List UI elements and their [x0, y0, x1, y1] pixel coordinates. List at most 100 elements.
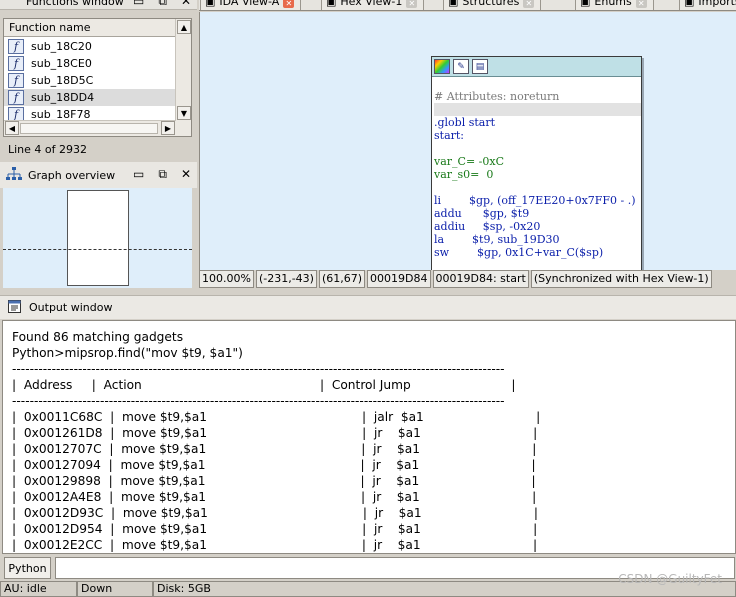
float-window-icon[interactable]: ⧉ — [158, 0, 167, 9]
output-line: | 0x0012E2CC | move $t9,$a1 | jr $a1 | — [12, 538, 538, 552]
tab-close-icon[interactable]: ✕ — [523, 0, 535, 8]
code-line[interactable] — [434, 77, 641, 90]
output-line: | 0x0011C68C | move $t9,$a1 | jalr $a1 | — [12, 410, 541, 424]
function-rows: f sub_18C20 f sub_18CE0 f sub_18D5C f sub_18DD4… — [4, 38, 176, 123]
code-line[interactable] — [434, 103, 641, 116]
float-window-icon[interactable]: ⧉ — [158, 167, 167, 182]
tab-icon: ▣ — [326, 0, 337, 8]
vertical-scrollbar[interactable]: ▲ ▼ — [175, 19, 191, 136]
output-line: | Address | Action | Control Jump | — [12, 378, 516, 392]
code-line[interactable]: .globl start — [434, 116, 641, 129]
status-location: 00019D84: start — [432, 270, 529, 288]
function-row[interactable]: f sub_18DD4 — [4, 89, 176, 106]
disassembly-listing[interactable]: # Attributes: noreturn .globl start start:… — [432, 77, 641, 259]
graph-node-start[interactable]: ✎ ▤ # Attributes: noreturn .globl start st… — [431, 56, 642, 271]
function-icon: f — [8, 39, 24, 54]
watermark: CSDN @GuiltyFet — [618, 572, 722, 586]
status-sync: (Synchronized with Hex View-1) — [530, 270, 712, 288]
tab-close-icon[interactable]: ✕ — [635, 0, 647, 8]
code-line[interactable]: var_s0= 0 — [434, 168, 641, 181]
code-line[interactable]: la $t9, sub_19D30 — [434, 233, 641, 246]
function-name: sub_18C20 — [31, 40, 92, 53]
ida-pro-window: Functions window ▭ ⧉ ✕ Function name f su… — [0, 0, 736, 597]
code-line[interactable] — [434, 181, 641, 194]
code-line[interactable]: start: — [434, 129, 641, 142]
python-language-button[interactable]: Python — [4, 557, 51, 579]
scroll-right-icon[interactable]: ▶ — [161, 121, 175, 135]
node-rename-icon[interactable]: ✎ — [453, 59, 469, 74]
tab-icon: ▣ — [205, 0, 216, 8]
scroll-thumb[interactable] — [20, 123, 158, 134]
function-row[interactable]: f sub_18C20 — [4, 38, 176, 55]
close-icon[interactable]: ✕ — [181, 167, 191, 182]
minimize-icon[interactable]: ▭ — [133, 167, 144, 182]
node-header: ✎ ▤ — [432, 57, 641, 77]
scroll-left-icon[interactable]: ◀ — [5, 121, 19, 135]
code-line[interactable]: addu $gp, $t9 — [434, 207, 641, 220]
minimize-icon[interactable]: ▭ — [133, 0, 144, 9]
output-line: | 0x001261D8 | move $t9,$a1 | jr $a1 | — [12, 426, 538, 440]
tab-ida-view-a[interactable]: ▣ IDA View-A ✕ — [200, 0, 302, 10]
output-line: Python>mipsrop.find("mov $t9, $a1") — [12, 346, 243, 360]
function-row[interactable]: f sub_18CE0 — [4, 55, 176, 72]
functions-window-title: Functions window — [26, 0, 124, 8]
output-line: | 0x00127094 | move $t9,$a1 | jr $a1 | — [12, 458, 536, 472]
scroll-down-icon[interactable]: ▼ — [177, 106, 191, 120]
ida-view-status-bar: 100.00% (-231,-43) (61,67) 00019D84 0001… — [199, 270, 736, 288]
graph-overview-title: Graph overview — [28, 168, 116, 182]
code-line[interactable] — [434, 142, 641, 155]
ida-view-a[interactable]: ✎ ▤ # Attributes: noreturn .globl start st… — [199, 12, 736, 271]
output-line: ----------------------------------------… — [12, 362, 505, 376]
output-window-titlebar[interactable]: Output window — [0, 295, 736, 319]
output-line: | 0x0012D93C | move $t9,$a1 | jr $a1 | — [12, 506, 539, 520]
tab-hex-view-1[interactable]: ▣ Hex View-1 ✕ — [321, 0, 425, 10]
tab-imports[interactable]: ▣Imports✕ — [679, 0, 736, 10]
node-group-icon[interactable]: ▤ — [472, 59, 488, 74]
code-line[interactable]: var_C= -0xC — [434, 155, 641, 168]
function-name: sub_18DD4 — [31, 91, 95, 104]
output-window-title: Output window — [29, 301, 113, 314]
code-line[interactable]: sw $gp, 0x1C+var_C($sp) — [434, 246, 641, 259]
node-color-icon[interactable] — [434, 59, 450, 74]
tab-structures[interactable]: ▣ Structures ✕ — [443, 0, 542, 10]
output-window-icon — [8, 299, 21, 316]
line-info: Line 4 of 2932 — [8, 143, 88, 156]
output-console[interactable]: Found 86 matching gadgets Python>mipsrop.… — [2, 320, 736, 554]
output-line: | 0x0012707C | move $t9,$a1 | jr $a1 | — [12, 442, 537, 456]
status-zoom: 100.00% — [199, 270, 254, 288]
graph-overview-viewport[interactable] — [67, 190, 129, 286]
tab-label: IDA View-A — [219, 0, 280, 8]
code-line[interactable]: # Attributes: noreturn — [434, 90, 641, 103]
tab-close-icon[interactable]: ✕ — [406, 0, 418, 8]
status-coords: (-231,-43) — [255, 270, 317, 288]
status-offset: 00019D84 — [367, 270, 431, 288]
output-line: Found 86 matching gadgets — [12, 330, 184, 344]
functions-window-titlebar[interactable]: Functions window ▭ ⧉ ✕ — [0, 0, 197, 10]
scroll-up-icon[interactable]: ▲ — [177, 20, 191, 34]
code-line[interactable]: addiu $sp, -0x20 — [434, 220, 641, 233]
status-state: Down — [77, 581, 153, 597]
close-icon[interactable]: ✕ — [181, 0, 191, 9]
function-row[interactable]: f sub_18D5C — [4, 72, 176, 89]
tab-close-icon[interactable]: ✕ — [283, 0, 295, 8]
view-tabs: ▣ IDA View-A ✕ ▣ Hex View-1 ✕ ▣ Structures ✕ ▣ Enu… — [199, 0, 736, 11]
graph-overview-titlebar[interactable]: Graph overview ▭ ⧉ ✕ — [0, 162, 197, 188]
tab-icon: ▣ — [580, 0, 591, 8]
function-icon: f — [8, 73, 24, 88]
output-line: ----------------------------------------… — [12, 394, 505, 408]
functions-list[interactable]: Function name f sub_18C20 f sub_18CE0 f sub_1… — [3, 18, 192, 137]
tab-label: Structures — [462, 0, 520, 8]
graph-overview-canvas[interactable] — [3, 188, 192, 288]
status-pos: (61,67) — [318, 270, 366, 288]
tab-label: Enums — [594, 0, 632, 8]
function-name: sub_18D5C — [31, 74, 94, 87]
code-line[interactable]: li $gp, (off_17EE20+0x7FF0 - .) — [434, 194, 641, 207]
function-name: sub_18CE0 — [31, 57, 92, 70]
tab-enums[interactable]: ▣ Enums ✕ — [575, 0, 654, 10]
graph-overview-icon — [6, 166, 22, 184]
graph-overview-divider — [3, 249, 192, 250]
function-icon: f — [8, 90, 24, 105]
column-header-function-name[interactable]: Function name — [4, 19, 191, 37]
tab-label: Imports — [698, 0, 736, 8]
horizontal-scrollbar[interactable]: ◀ ▶ — [4, 120, 176, 136]
